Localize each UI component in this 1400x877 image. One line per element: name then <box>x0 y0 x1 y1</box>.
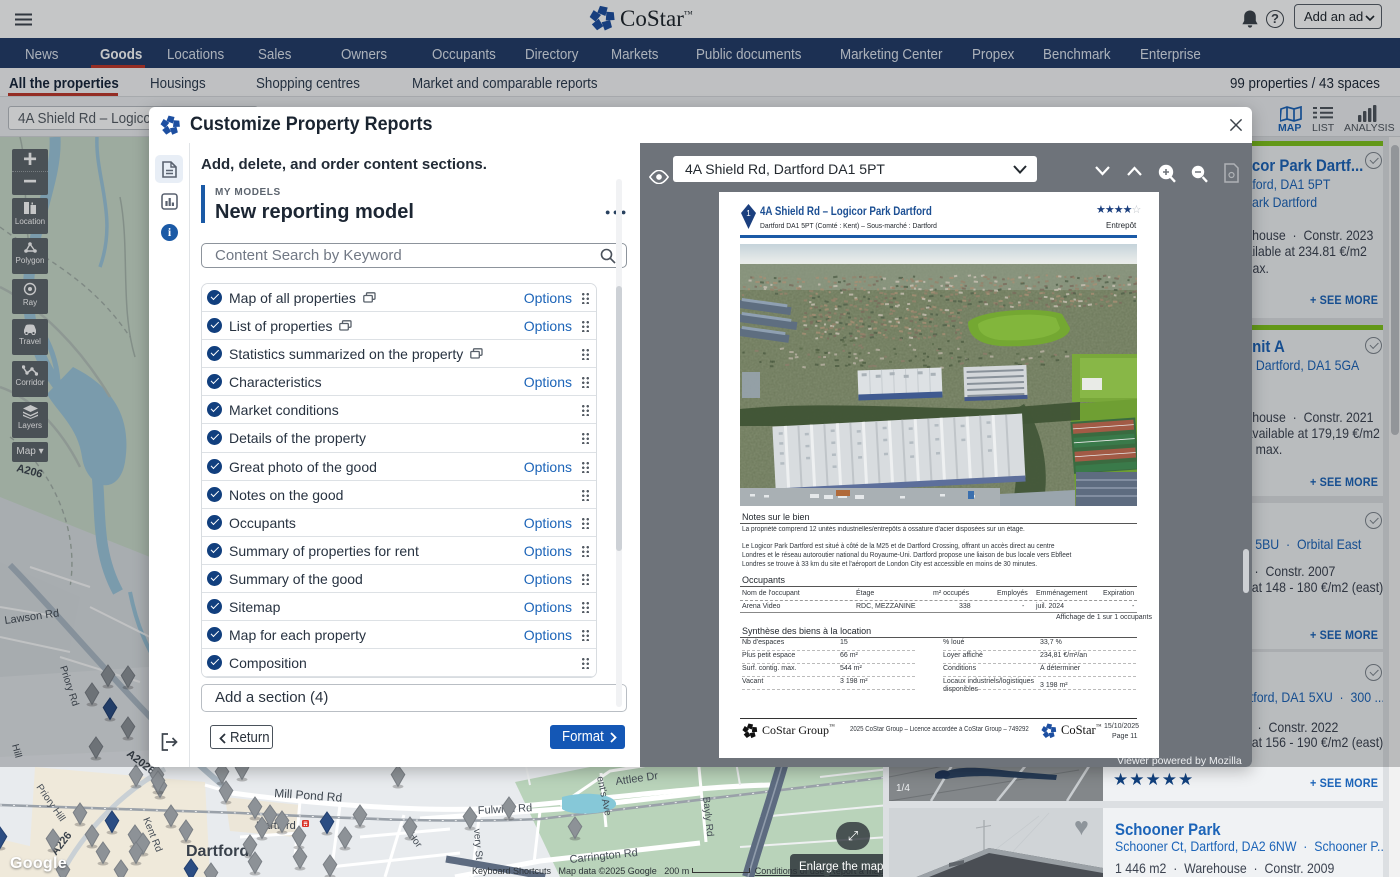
svg-text:Dartford: Dartford <box>186 843 249 860</box>
svg-text:very St: very St <box>471 828 484 860</box>
svg-text:1: 1 <box>746 209 751 218</box>
